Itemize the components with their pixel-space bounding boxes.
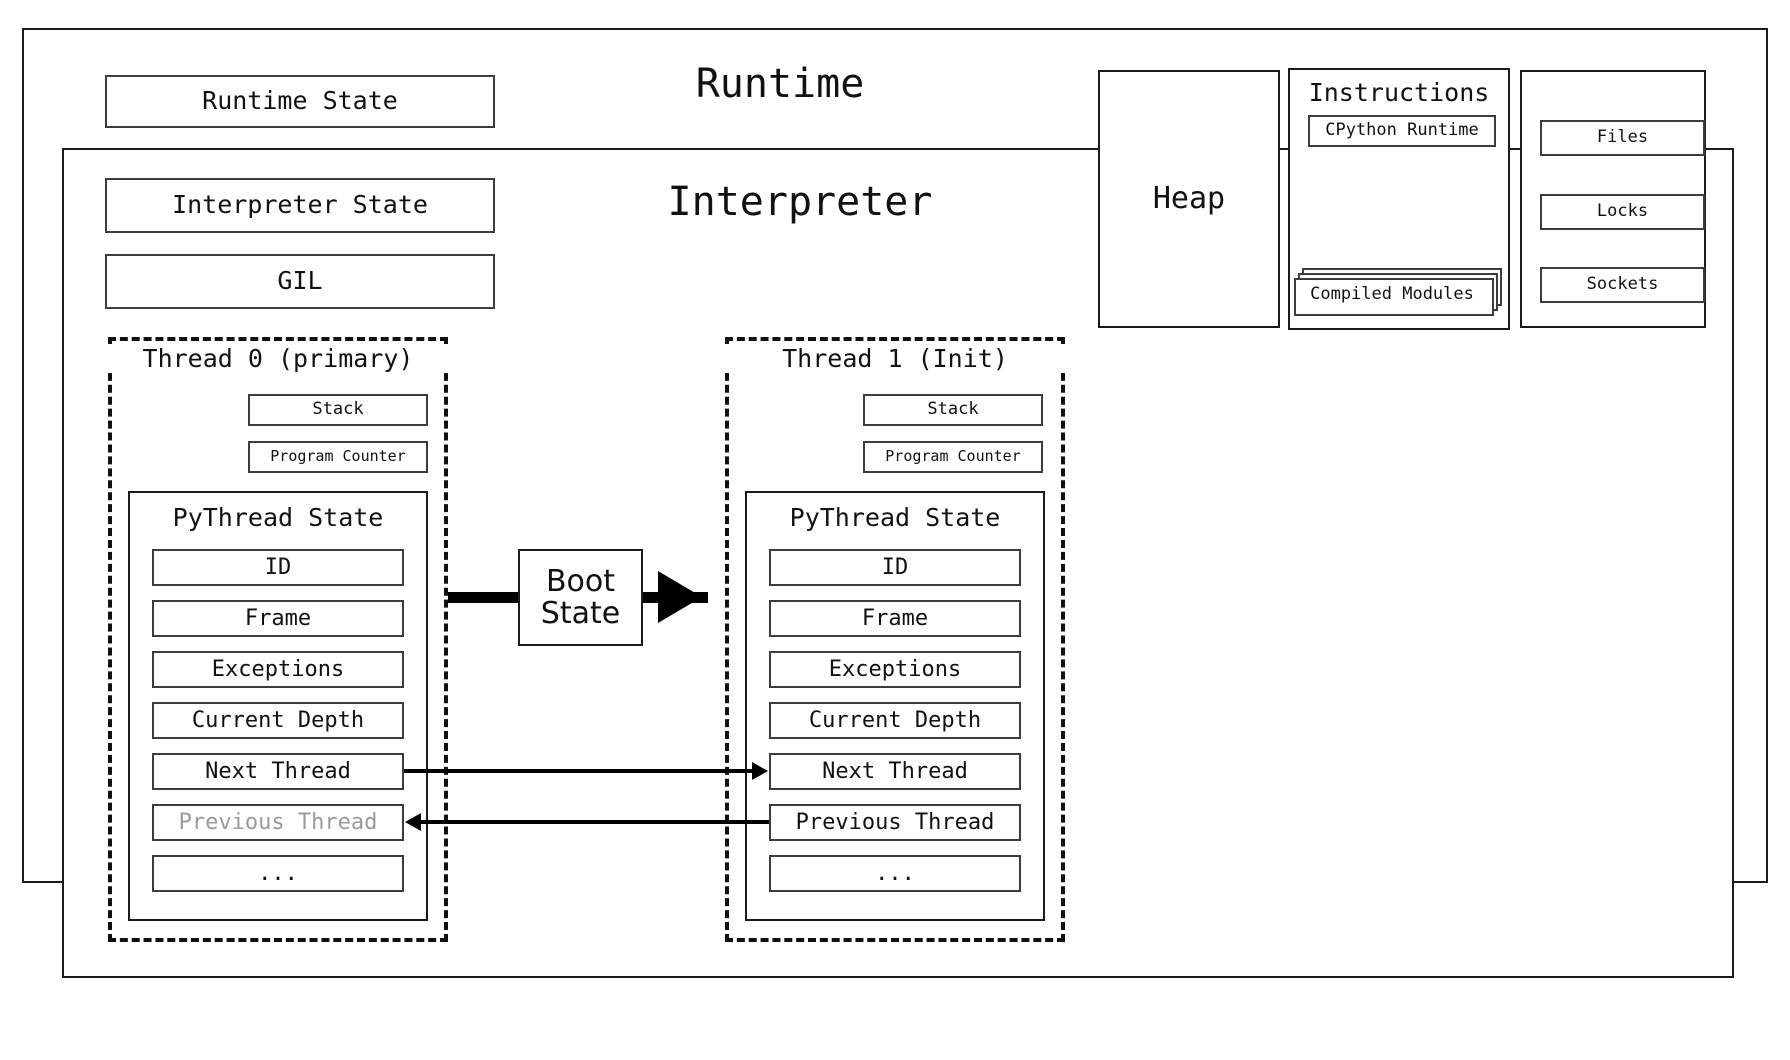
thread-0-field-label: ... — [258, 860, 298, 886]
next-thread-arrowhead — [752, 762, 768, 780]
compiled-modules-label: Compiled Modules — [1310, 284, 1474, 305]
thread-0-field-label: Next Thread — [205, 758, 351, 784]
runtime-state-label: Runtime State — [202, 86, 398, 116]
thread-0-field-label-muted: Previous Thread — [178, 809, 378, 835]
boot-state-arrowhead — [658, 571, 702, 623]
boot-state-line-2: State — [540, 595, 621, 631]
next-thread-arrow-line — [404, 769, 755, 773]
thread-1-field-label: Frame — [861, 605, 929, 631]
thread-1-field-label: Current Depth — [808, 707, 982, 733]
diagram-canvas: Runtime Runtime State Interpreter Interp… — [0, 0, 1790, 1060]
thread-0-field-label: Current Depth — [191, 707, 365, 733]
previous-thread-arrowhead — [405, 813, 421, 831]
thread-0-field-label: Frame — [244, 605, 312, 631]
thread-1-title: Thread 1 (Init) — [725, 344, 1065, 373]
interpreter-title: Interpreter — [667, 179, 933, 225]
heap-label: Heap — [1152, 181, 1226, 217]
boot-state-line-1: Boot — [545, 564, 616, 599]
thread-1-field-label: Previous Thread — [795, 809, 995, 835]
locks-label: Locks — [1596, 201, 1649, 222]
cpython-runtime-label: CPython Runtime — [1325, 120, 1479, 141]
interpreter-state-label: Interpreter State — [172, 190, 428, 220]
instructions-title: Instructions — [1308, 78, 1490, 107]
boot-state-label: Boot State — [518, 549, 643, 646]
thread-1-stack-label: Stack — [927, 399, 979, 420]
thread-0-pythread-state-title: PyThread State — [172, 503, 384, 532]
thread-1-field-label: ID — [881, 554, 909, 580]
thread-1-field-label: Next Thread — [822, 758, 968, 784]
thread-1-field-label: Exceptions — [828, 656, 962, 682]
thread-1-program-counter-label: Program Counter — [885, 447, 1021, 466]
thread-0-field-label: Exceptions — [211, 656, 345, 682]
thread-0-title: Thread 0 (primary) — [108, 344, 448, 373]
gil-label: GIL — [277, 266, 323, 296]
previous-thread-arrow-line — [418, 820, 769, 824]
thread-1-field-label: ... — [875, 860, 915, 886]
thread-0-field-label: ID — [264, 554, 292, 580]
runtime-title: Runtime — [695, 61, 865, 107]
thread-0-stack-label: Stack — [312, 399, 364, 420]
thread-0-program-counter-label: Program Counter — [270, 447, 406, 466]
files-label: Files — [1596, 127, 1649, 148]
thread-1-pythread-state-title: PyThread State — [789, 503, 1001, 532]
sockets-label: Sockets — [1586, 274, 1659, 295]
